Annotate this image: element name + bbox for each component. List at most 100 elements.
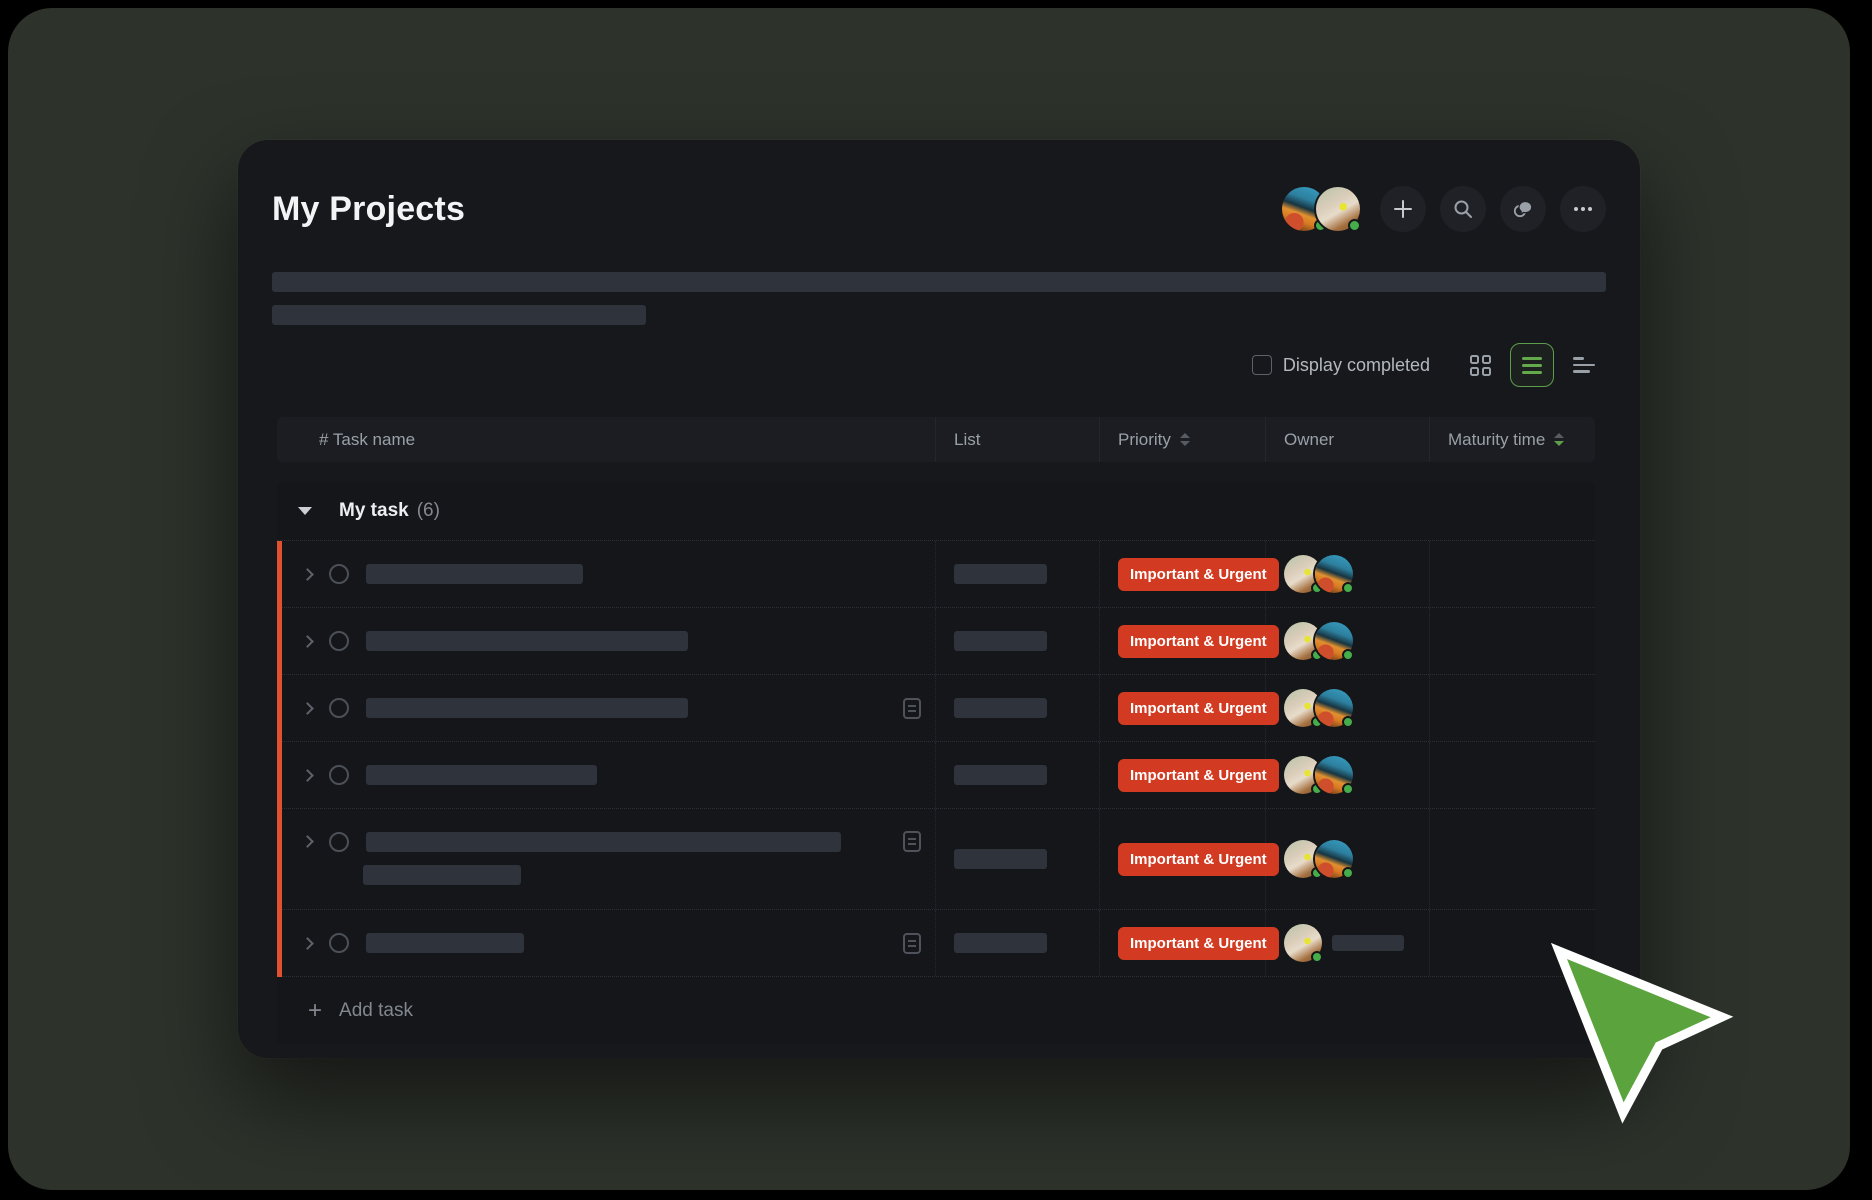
member-avatars[interactable] bbox=[1282, 187, 1360, 231]
plus-icon bbox=[1392, 198, 1414, 220]
ellipsis-icon bbox=[1571, 197, 1595, 221]
table-header: # Task name List Priority Owner Maturity… bbox=[277, 417, 1595, 462]
group-row-my-task[interactable]: My task (6) bbox=[277, 482, 1595, 541]
task-status-circle[interactable] bbox=[329, 564, 349, 584]
avatar-baby[interactable] bbox=[1316, 187, 1360, 231]
sort-arrows-icon[interactable] bbox=[1180, 433, 1190, 446]
column-header-priority[interactable]: Priority bbox=[1100, 417, 1266, 462]
list-placeholder bbox=[954, 765, 1047, 785]
grid-view-button[interactable] bbox=[1458, 343, 1502, 387]
priority-badge[interactable]: Important & Urgent bbox=[1118, 625, 1279, 658]
note-icon bbox=[903, 831, 921, 852]
task-status-circle[interactable] bbox=[329, 765, 349, 785]
owner-avatar-anime bbox=[1315, 555, 1353, 593]
task-status-circle[interactable] bbox=[329, 933, 349, 953]
column-header-maturity-time[interactable]: Maturity time bbox=[1430, 417, 1595, 462]
sort-arrows-icon[interactable] bbox=[1554, 433, 1564, 446]
owner-avatar-anime bbox=[1315, 840, 1353, 878]
column-header-task-name: # Task name bbox=[277, 417, 936, 462]
online-dot bbox=[1342, 783, 1354, 795]
chat-button[interactable] bbox=[1500, 186, 1546, 232]
task-row[interactable]: Important & Urgent bbox=[277, 910, 1595, 977]
add-button[interactable] bbox=[1380, 186, 1426, 232]
list-controls: Display completed bbox=[272, 343, 1606, 387]
sort-lines-icon bbox=[1573, 357, 1595, 373]
list-placeholder bbox=[954, 849, 1047, 869]
task-row[interactable]: Important & Urgent bbox=[277, 809, 1595, 910]
online-dot bbox=[1342, 867, 1354, 879]
online-dot bbox=[1348, 219, 1361, 232]
list-view-button[interactable] bbox=[1510, 343, 1554, 387]
task-name-placeholder bbox=[366, 698, 688, 718]
owner-name-placeholder bbox=[1332, 935, 1404, 951]
priority-badge[interactable]: Important & Urgent bbox=[1118, 927, 1279, 960]
task-status-circle[interactable] bbox=[329, 631, 349, 651]
list-placeholder bbox=[954, 631, 1047, 651]
task-name-placeholder bbox=[366, 765, 597, 785]
add-task-label: Add task bbox=[339, 1000, 413, 1022]
task-name-placeholder bbox=[366, 933, 524, 953]
note-icon bbox=[903, 933, 921, 954]
owner-avatar-anime bbox=[1315, 622, 1353, 660]
search-button[interactable] bbox=[1440, 186, 1486, 232]
column-header-owner: Owner bbox=[1266, 417, 1430, 462]
list-view-icon bbox=[1522, 357, 1542, 374]
task-name-placeholder-line-2 bbox=[363, 865, 521, 885]
task-name-placeholder bbox=[366, 564, 583, 584]
task-status-circle[interactable] bbox=[329, 832, 349, 852]
chevron-right-icon[interactable] bbox=[301, 702, 314, 715]
my-projects-window: My Projects bbox=[238, 140, 1640, 1058]
description-placeholder-line-2 bbox=[272, 305, 646, 325]
maturity-cell-empty bbox=[1430, 541, 1595, 607]
chat-bubble-icon bbox=[1511, 197, 1535, 221]
desktop-backdrop: My Projects bbox=[8, 8, 1850, 1190]
table-body: My task (6) Important & Urgent Imp bbox=[277, 482, 1595, 1044]
maturity-cell-empty bbox=[1430, 675, 1595, 741]
task-row[interactable]: Important & Urgent bbox=[277, 675, 1595, 742]
list-placeholder bbox=[954, 698, 1047, 718]
owner-avatar-anime bbox=[1315, 756, 1353, 794]
owner-avatar-anime bbox=[1315, 689, 1353, 727]
tasks-table: # Task name List Priority Owner Maturity… bbox=[277, 417, 1595, 1044]
chevron-right-icon[interactable] bbox=[301, 835, 314, 848]
green-cursor-arrow bbox=[1546, 936, 1746, 1136]
maturity-cell-empty bbox=[1430, 608, 1595, 674]
online-dot bbox=[1311, 951, 1323, 963]
task-row[interactable]: Important & Urgent bbox=[277, 608, 1595, 675]
task-rows: Important & Urgent Important & Urgent bbox=[277, 541, 1595, 977]
more-button[interactable] bbox=[1560, 186, 1606, 232]
note-icon bbox=[903, 698, 921, 719]
online-dot bbox=[1342, 716, 1354, 728]
maturity-cell-empty bbox=[1430, 809, 1595, 909]
priority-badge[interactable]: Important & Urgent bbox=[1118, 843, 1279, 876]
maturity-cell-empty bbox=[1430, 742, 1595, 808]
description-placeholder-line-1 bbox=[272, 272, 1606, 292]
online-dot bbox=[1342, 649, 1354, 661]
task-name-placeholder bbox=[366, 631, 688, 651]
plus-icon: + bbox=[308, 999, 322, 1023]
column-header-list: List bbox=[936, 417, 1100, 462]
owner-avatar-baby bbox=[1284, 924, 1322, 962]
chevron-right-icon[interactable] bbox=[301, 635, 314, 648]
priority-badge[interactable]: Important & Urgent bbox=[1118, 759, 1279, 792]
chevron-right-icon[interactable] bbox=[301, 937, 314, 950]
sort-view-button[interactable] bbox=[1562, 343, 1606, 387]
priority-badge[interactable]: Important & Urgent bbox=[1118, 558, 1279, 591]
display-completed-checkbox[interactable] bbox=[1252, 355, 1272, 375]
page-title: My Projects bbox=[272, 190, 465, 229]
group-label: My task bbox=[339, 500, 409, 522]
chevron-right-icon[interactable] bbox=[301, 568, 314, 581]
chevron-right-icon[interactable] bbox=[301, 769, 314, 782]
list-placeholder bbox=[954, 564, 1047, 584]
window-header: My Projects bbox=[272, 186, 1606, 232]
search-icon bbox=[1452, 198, 1474, 220]
task-status-circle[interactable] bbox=[329, 698, 349, 718]
priority-badge[interactable]: Important & Urgent bbox=[1118, 692, 1279, 725]
task-row[interactable]: Important & Urgent bbox=[277, 742, 1595, 809]
add-task-button[interactable]: + Add task bbox=[277, 977, 1595, 1044]
task-row[interactable]: Important & Urgent bbox=[277, 541, 1595, 608]
group-count: (6) bbox=[417, 500, 440, 522]
grid-view-icon bbox=[1470, 355, 1491, 376]
display-completed-label: Display completed bbox=[1283, 355, 1430, 376]
collapse-triangle-icon[interactable] bbox=[298, 507, 312, 515]
